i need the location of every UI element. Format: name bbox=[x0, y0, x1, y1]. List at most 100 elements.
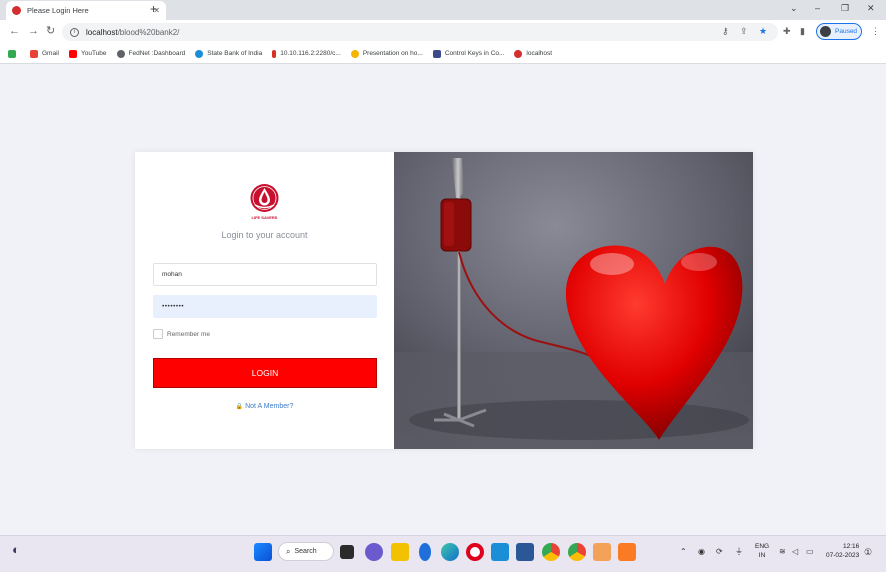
bookmark-label: YouTube bbox=[80, 50, 107, 57]
not-a-member-label: Not A Member? bbox=[245, 403, 294, 410]
tray-chevron-up-icon[interactable]: ⌃ bbox=[680, 547, 687, 557]
chrome-browser-icon[interactable] bbox=[542, 543, 560, 561]
browser-menu-icon[interactable]: ⋮ bbox=[871, 26, 880, 37]
document-icon bbox=[432, 49, 441, 58]
bookmark-label: Presentation on ho... bbox=[362, 50, 423, 57]
site-favicon-icon bbox=[12, 6, 21, 15]
profile-status: Paused bbox=[835, 28, 858, 35]
login-button[interactable]: LOGIN bbox=[153, 358, 377, 388]
clock-time: 12:16 bbox=[842, 543, 860, 550]
password-key-icon[interactable]: ⚷ bbox=[722, 26, 729, 37]
taskbar-search-label: Search bbox=[294, 548, 317, 555]
language-code: ENG bbox=[755, 543, 770, 550]
back-arrow-icon[interactable]: ← bbox=[9, 25, 20, 38]
windows-start-icon[interactable] bbox=[254, 543, 272, 561]
opera-browser-icon[interactable] bbox=[466, 543, 484, 561]
share-icon[interactable]: ⇪ bbox=[740, 26, 748, 37]
taskbar: ◐ ⌕ Search ⌃ ◉ ⟳ ⏚ ENG IN ≋ ◁ ▭ 12:16 07… bbox=[0, 535, 886, 572]
bookmark-label: Gmail bbox=[42, 50, 59, 57]
bars-icon bbox=[272, 49, 277, 58]
logo-text: LIFE SAVERS bbox=[252, 215, 278, 220]
youtube-icon bbox=[68, 49, 77, 58]
lock-icon: 🔒 bbox=[235, 404, 244, 410]
store-app-icon[interactable] bbox=[516, 543, 534, 561]
url-host: localhost bbox=[86, 27, 118, 37]
speaker-icon[interactable]: ◁ bbox=[792, 547, 798, 557]
battery-icon[interactable]: ▭ bbox=[806, 547, 814, 557]
heart-blood-bag-illustration bbox=[394, 152, 753, 449]
globe-icon bbox=[116, 49, 125, 58]
bulb-icon bbox=[350, 49, 359, 58]
bookmark-label: FedNet :Dashboard bbox=[128, 50, 186, 57]
restore-window-icon[interactable]: ❐ bbox=[841, 2, 849, 14]
chrome-profile-icon[interactable] bbox=[568, 543, 586, 561]
sbi-icon bbox=[195, 49, 204, 58]
task-view-icon[interactable] bbox=[340, 545, 354, 559]
bluetooth-icon[interactable] bbox=[419, 543, 431, 561]
username-input[interactable]: mohan bbox=[153, 263, 377, 286]
url-path: /blood%20bank2/ bbox=[117, 27, 180, 37]
address-bar[interactable]: i localhost/blood%20bank2/ bbox=[62, 23, 778, 41]
app-icon[interactable] bbox=[593, 543, 611, 561]
xampp-icon[interactable] bbox=[618, 543, 636, 561]
login-subtitle: Login to your account bbox=[221, 230, 308, 240]
close-window-icon[interactable]: ✕ bbox=[867, 2, 875, 14]
bookmark-presentation[interactable]: Presentation on ho... bbox=[350, 49, 423, 58]
side-panel-icon[interactable]: ▮ bbox=[800, 26, 805, 37]
remember-me-checkbox[interactable] bbox=[153, 329, 163, 339]
notification-icon[interactable]: ① bbox=[864, 547, 872, 557]
edge-browser-icon[interactable] bbox=[441, 543, 459, 561]
forward-arrow-icon[interactable]: → bbox=[28, 25, 39, 38]
page-content: LIFE SAVERS Login to your account mohan … bbox=[0, 65, 886, 535]
tab-title: Please Login Here bbox=[27, 6, 89, 15]
profile-button[interactable]: Paused bbox=[816, 23, 862, 40]
password-input[interactable]: •••••••• bbox=[153, 295, 377, 318]
tray-sync-icon[interactable]: ⟳ bbox=[716, 547, 723, 557]
tab-search-chevron-icon[interactable]: ⌄ bbox=[790, 2, 798, 14]
file-explorer-icon[interactable] bbox=[391, 543, 409, 561]
apps-icon bbox=[8, 49, 16, 58]
clock-date: 07-02-2023 bbox=[826, 552, 860, 559]
widgets-icon[interactable]: ◐ bbox=[12, 543, 20, 556]
browser-tab-strip: Please Login Here ✕ + ⌄ – ❐ ✕ bbox=[0, 0, 886, 20]
life-savers-logo: LIFE SAVERS bbox=[250, 184, 279, 220]
remember-me[interactable]: Remember me bbox=[153, 329, 210, 339]
not-a-member-link[interactable]: 🔒 Not A Member? bbox=[135, 403, 394, 410]
teams-chat-icon[interactable] bbox=[365, 543, 383, 561]
region-code: IN bbox=[758, 552, 766, 559]
l-app-icon[interactable] bbox=[491, 543, 509, 561]
new-tab-button[interactable]: + bbox=[150, 2, 157, 16]
bookmark-label: localhost bbox=[526, 50, 553, 57]
reload-icon[interactable]: ↻ bbox=[46, 25, 55, 38]
extensions-puzzle-icon[interactable]: ✚ bbox=[783, 26, 791, 37]
login-card: LIFE SAVERS Login to your account mohan … bbox=[135, 152, 753, 449]
taskbar-search[interactable]: ⌕ Search bbox=[278, 542, 334, 561]
microphone-icon[interactable]: ⏚ bbox=[735, 547, 743, 557]
avatar bbox=[820, 26, 831, 37]
bookmark-apps[interactable] bbox=[8, 49, 20, 58]
bookmark-label: Control Keys in Co... bbox=[444, 50, 505, 57]
bookmark-localhost[interactable]: localhost bbox=[514, 49, 553, 58]
bookmark-youtube[interactable]: YouTube bbox=[68, 49, 107, 58]
gmail-icon bbox=[30, 49, 38, 58]
bookmark-ip[interactable]: 10.10.116.2:2280/c... bbox=[272, 49, 341, 58]
login-form: LIFE SAVERS Login to your account mohan … bbox=[135, 152, 394, 449]
language-indicator[interactable]: ENG IN bbox=[755, 542, 769, 560]
blood-drop-icon bbox=[514, 49, 523, 58]
bookmark-gmail[interactable]: Gmail bbox=[30, 49, 59, 58]
site-info-icon[interactable]: i bbox=[70, 27, 79, 37]
browser-toolbar: ← → ↻ i localhost/blood%20bank2/ ⚷ ⇪ ★ ✚… bbox=[0, 20, 886, 44]
search-icon: ⌕ bbox=[286, 546, 291, 556]
bookmark-control-keys[interactable]: Control Keys in Co... bbox=[432, 49, 505, 58]
wifi-icon[interactable]: ≋ bbox=[779, 547, 786, 557]
system-clock[interactable]: 12:16 07-02-2023 bbox=[826, 542, 859, 560]
bookmarks-bar: Gmail YouTube FedNet :Dashboard State Ba… bbox=[0, 44, 886, 64]
tray-app-icon[interactable]: ◉ bbox=[698, 547, 705, 557]
bookmark-sbi[interactable]: State Bank of India bbox=[195, 49, 263, 58]
minimize-window-icon[interactable]: – bbox=[815, 2, 820, 14]
browser-tab[interactable]: Please Login Here ✕ bbox=[6, 1, 166, 20]
bookmark-star-icon[interactable]: ★ bbox=[759, 26, 767, 37]
bookmark-fednet[interactable]: FedNet :Dashboard bbox=[116, 49, 186, 58]
bookmark-label: State Bank of India bbox=[207, 50, 263, 57]
remember-me-label: Remember me bbox=[167, 330, 210, 338]
